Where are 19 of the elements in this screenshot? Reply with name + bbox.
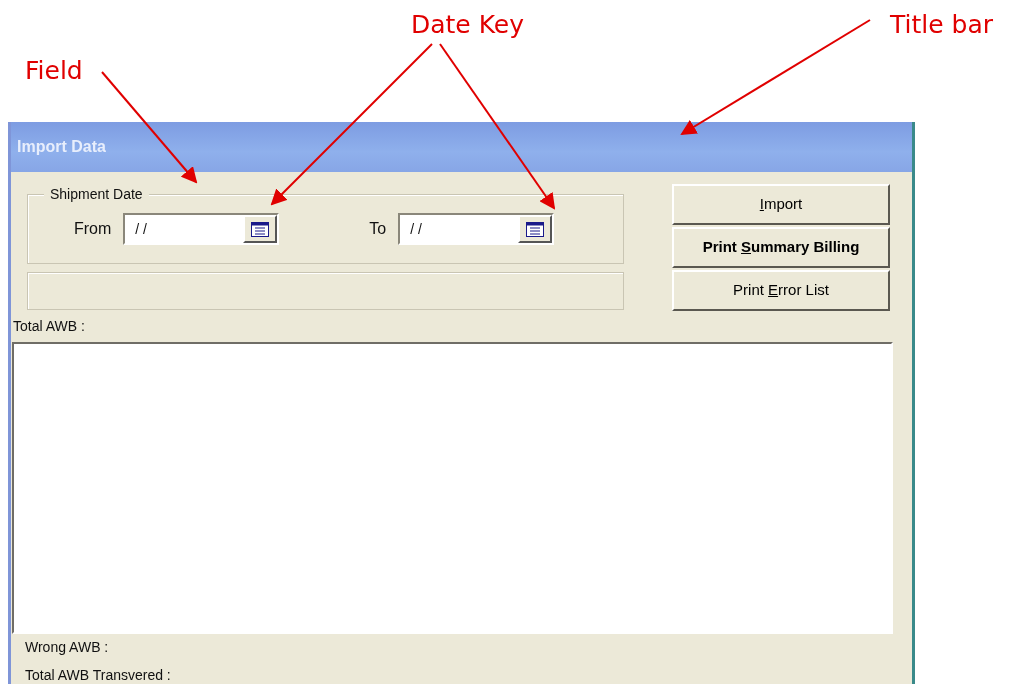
status-label: Total AWB Transvered : — [25, 666, 172, 684]
total-awb-label: Total AWB : — [13, 317, 86, 336]
action-button[interactable]: Print Summary Billing — [672, 227, 890, 268]
date-field[interactable]: / / — [398, 213, 555, 245]
calendar-button[interactable] — [243, 215, 278, 243]
calendar-button[interactable] — [518, 215, 553, 243]
action-button[interactable]: Import — [672, 184, 890, 225]
status-label: Wrong AWB : — [25, 638, 110, 656]
date-label: To — [369, 219, 387, 239]
annotation-label: Title bar — [890, 12, 993, 37]
annotation-label: Field — [25, 58, 83, 83]
window-title: Import Data — [17, 137, 106, 157]
date-field[interactable]: / / — [123, 213, 280, 245]
annotation-label: Date Key — [411, 12, 525, 37]
calendar-icon — [526, 221, 545, 237]
calendar-icon — [251, 221, 270, 237]
date-label: From — [74, 219, 112, 239]
group-label: Shipment Date — [44, 185, 149, 203]
action-button[interactable]: Print Error List — [672, 270, 890, 311]
